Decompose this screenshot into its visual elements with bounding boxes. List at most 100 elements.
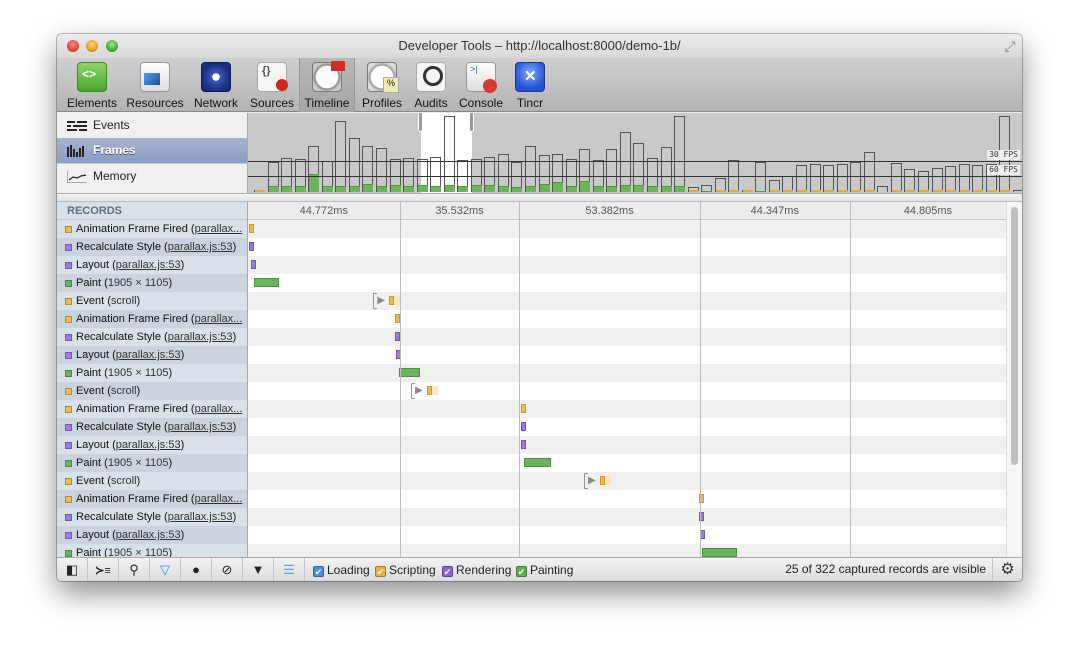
timeline-row[interactable] bbox=[248, 220, 1006, 238]
selection-left-handle[interactable] bbox=[417, 113, 423, 132]
timeline-row[interactable] bbox=[248, 454, 1006, 472]
expand-triangle-icon[interactable]: ▶ bbox=[377, 295, 385, 306]
timeline-row[interactable] bbox=[248, 310, 1006, 328]
tab-timeline[interactable]: Timeline bbox=[299, 58, 355, 112]
record-row[interactable]: Recalculate Style (parallax.js:53) bbox=[57, 508, 247, 526]
source-link[interactable]: parallax.js:53 bbox=[116, 349, 181, 361]
frame-bar[interactable] bbox=[931, 167, 943, 192]
record-bar[interactable] bbox=[524, 458, 551, 467]
source-link[interactable]: parallax.js:53 bbox=[168, 421, 233, 433]
console-drawer-button[interactable]: ≻≡ bbox=[88, 558, 119, 581]
frame-bar[interactable] bbox=[348, 138, 360, 192]
frame-bar[interactable] bbox=[917, 170, 929, 192]
checkbox-icon[interactable]: ✔ bbox=[313, 566, 324, 577]
tab-profiles[interactable]: Profiles bbox=[358, 58, 406, 112]
timeline-row[interactable] bbox=[248, 436, 1006, 454]
clear-button[interactable]: ⊘ bbox=[212, 558, 243, 581]
frame-bar[interactable] bbox=[335, 121, 347, 192]
frame-bar[interactable] bbox=[890, 163, 902, 192]
overview-mode-memory[interactable]: Memory bbox=[57, 163, 247, 188]
filter-loading-checkbox[interactable]: ✔ Loading bbox=[313, 563, 370, 577]
frame-bar[interactable] bbox=[904, 168, 916, 192]
record-row[interactable]: Layout (parallax.js:53) bbox=[57, 436, 247, 454]
tab-sources[interactable]: Sources bbox=[246, 58, 298, 112]
record-bar[interactable] bbox=[701, 548, 738, 557]
frame-bar[interactable] bbox=[443, 115, 455, 192]
source-link[interactable]: parallax.js:53 bbox=[116, 259, 181, 271]
source-link[interactable]: parallax.js:53 bbox=[168, 511, 233, 523]
source-link[interactable]: parallax.js:53 bbox=[116, 439, 181, 451]
timeline-row[interactable]: ▶ bbox=[248, 292, 1006, 310]
zoom-window-button[interactable] bbox=[106, 40, 118, 52]
expand-triangle-icon[interactable]: ▶ bbox=[588, 475, 596, 486]
record-bar[interactable] bbox=[399, 368, 421, 377]
record-row[interactable]: Animation Frame Fired (parallax... bbox=[57, 490, 247, 508]
frame-bar[interactable] bbox=[1012, 190, 1022, 192]
record-row[interactable]: Event (scroll) bbox=[57, 382, 247, 400]
record-row[interactable]: Event (scroll) bbox=[57, 472, 247, 490]
record-bar[interactable] bbox=[521, 440, 527, 449]
frame-bar[interactable] bbox=[823, 165, 835, 192]
record-bar[interactable] bbox=[389, 296, 395, 305]
source-link[interactable]: parallax... bbox=[195, 403, 243, 415]
tab-resources[interactable]: Resources bbox=[124, 58, 186, 112]
source-link[interactable]: parallax.js:53 bbox=[116, 529, 181, 541]
search-button[interactable]: ⚲ bbox=[119, 558, 150, 581]
filter-painting-checkbox[interactable]: ✔ Painting bbox=[516, 563, 573, 577]
frame-bar[interactable] bbox=[619, 132, 631, 192]
record-row[interactable]: Animation Frame Fired (parallax... bbox=[57, 310, 247, 328]
checkbox-icon[interactable]: ✔ bbox=[516, 566, 527, 577]
tab-tincr[interactable]: Tincr bbox=[510, 58, 550, 112]
checkbox-icon[interactable]: ✔ bbox=[442, 566, 453, 577]
record-row[interactable]: Recalculate Style (parallax.js:53) bbox=[57, 328, 247, 346]
timeline-row[interactable] bbox=[248, 364, 1006, 382]
settings-button[interactable]: ⚙ bbox=[992, 558, 1022, 581]
timeline-row[interactable] bbox=[248, 346, 1006, 364]
record-row[interactable]: Paint (1905 × 1105) bbox=[57, 454, 247, 472]
timeline-grid[interactable]: ▶ ▶ ▶ 44.772ms 35.532ms 53.382ms 44.347ms 44.8… bbox=[248, 202, 1006, 557]
timeline-row[interactable] bbox=[248, 238, 1006, 256]
scrollbar-thumb[interactable] bbox=[1011, 207, 1018, 465]
record-row[interactable]: Paint (1905 × 1105) bbox=[57, 544, 247, 557]
source-link[interactable]: parallax... bbox=[195, 493, 243, 505]
frame-bar[interactable] bbox=[945, 165, 957, 192]
glue-records-button[interactable]: ☰ bbox=[274, 558, 305, 581]
filter-scripting-checkbox[interactable]: ✔ Scripting bbox=[375, 563, 436, 577]
overview-mode-events[interactable]: Events bbox=[57, 113, 247, 138]
record-bar[interactable] bbox=[521, 404, 527, 413]
tab-audits[interactable]: Audits bbox=[409, 58, 453, 112]
record-bar[interactable] bbox=[249, 224, 254, 233]
timeline-row[interactable] bbox=[248, 400, 1006, 418]
source-link[interactable]: parallax.js:53 bbox=[168, 331, 233, 343]
frame-bar[interactable] bbox=[958, 164, 970, 192]
timeline-row[interactable] bbox=[248, 274, 1006, 292]
record-row[interactable]: Layout (parallax.js:53) bbox=[57, 346, 247, 364]
overview-mode-frames[interactable]: Frames bbox=[57, 138, 247, 163]
timeline-row[interactable] bbox=[248, 544, 1006, 557]
record-row[interactable]: Recalculate Style (parallax.js:53) bbox=[57, 238, 247, 256]
filter-rendering-checkbox[interactable]: ✔ Rendering bbox=[442, 563, 511, 577]
source-link[interactable]: parallax... bbox=[195, 313, 243, 325]
expand-triangle-icon[interactable]: ▶ bbox=[415, 385, 423, 396]
timeline-row[interactable] bbox=[248, 490, 1006, 508]
record-row[interactable]: Paint (1905 × 1105) bbox=[57, 364, 247, 382]
timeline-row[interactable] bbox=[248, 328, 1006, 346]
fullscreen-icon[interactable]: ⤢ bbox=[1002, 38, 1018, 54]
tab-console[interactable]: Console bbox=[456, 58, 506, 112]
frames-overview[interactable]: 30 FPS 60 FPS bbox=[248, 113, 1022, 193]
record-button[interactable]: ● bbox=[181, 558, 212, 581]
record-bar[interactable] bbox=[427, 386, 433, 395]
frame-bar[interactable] bbox=[863, 152, 875, 192]
frame-bar[interactable] bbox=[972, 165, 984, 192]
record-bar[interactable] bbox=[521, 422, 527, 431]
tab-elements[interactable]: Elements bbox=[63, 58, 121, 112]
frame-bar[interactable] bbox=[796, 165, 807, 192]
filter-button[interactable]: ▽ bbox=[150, 558, 181, 581]
record-row[interactable]: Paint (1905 × 1105) bbox=[57, 274, 247, 292]
frame-bar[interactable] bbox=[674, 115, 686, 192]
tab-network[interactable]: Network bbox=[189, 58, 243, 112]
record-row[interactable]: Event (scroll) bbox=[57, 292, 247, 310]
source-link[interactable]: parallax.js:53 bbox=[168, 241, 233, 253]
timeline-row[interactable] bbox=[248, 508, 1006, 526]
timeline-row[interactable] bbox=[248, 256, 1006, 274]
